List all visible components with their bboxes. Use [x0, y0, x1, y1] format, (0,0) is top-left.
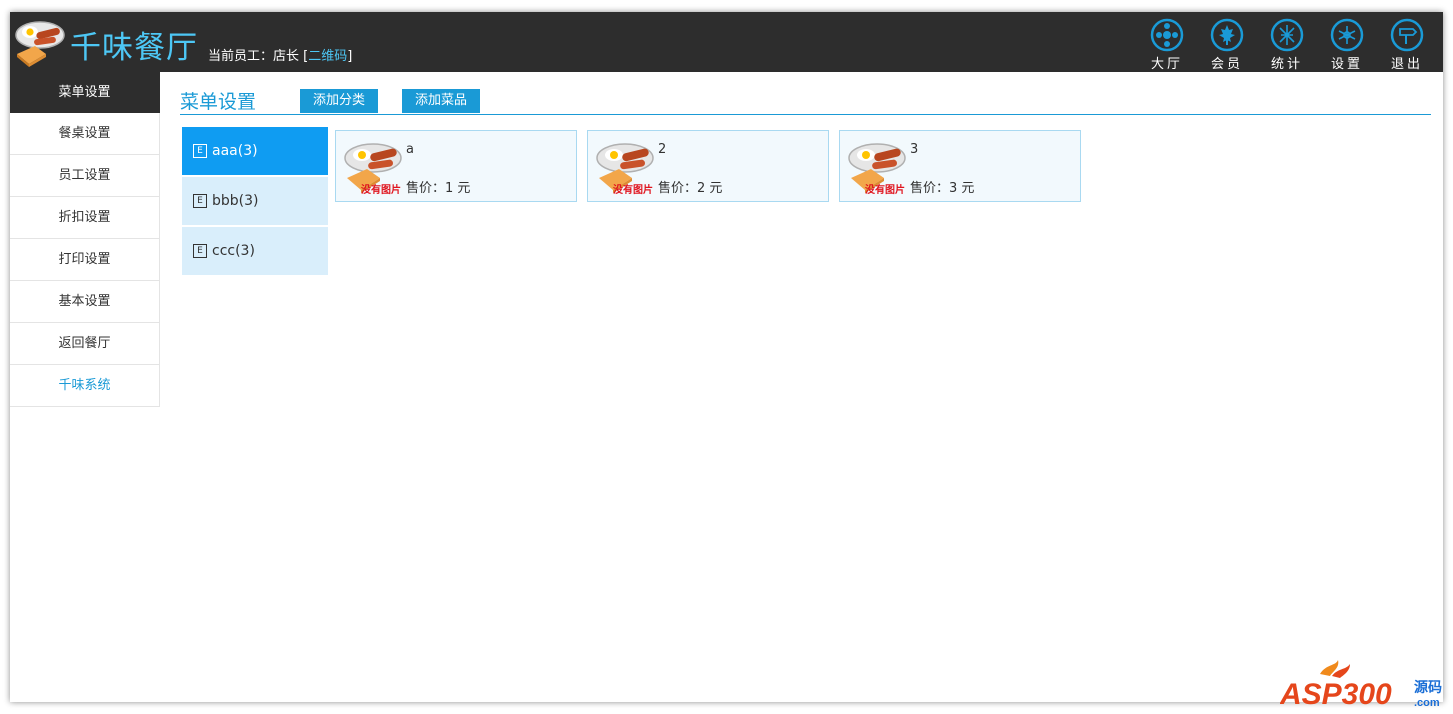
exit-icon: [1390, 18, 1424, 52]
add-dish-button[interactable]: 添加菜品: [402, 89, 481, 113]
qr-code-link[interactable]: 二维码: [308, 49, 347, 64]
qr-bracket-close: ]: [347, 49, 353, 64]
food-plate-logo-icon: [15, 21, 65, 67]
no-image-text: 没有图片: [613, 183, 653, 196]
sidebar: 菜单设置 餐桌设置 员工设置 折扣设置 打印设置 基本设置 返回餐厅 千味系统: [10, 72, 160, 407]
nav-settings-button[interactable]: 设置: [1317, 18, 1377, 72]
page-title: 菜单设置: [180, 91, 257, 113]
category-label: bbb(3): [212, 193, 259, 209]
dish-price: 售价：1 元: [406, 181, 471, 196]
nav-member-label: 会员: [1210, 57, 1243, 72]
app-window: 千味餐厅 当前员工：店长 [二维码] 大厅 会员 统计 设置 退出 菜单设置 餐…: [10, 12, 1443, 702]
top-nav: 大厅 会员 统计 设置 退出: [1137, 18, 1437, 72]
stats-icon: [1270, 18, 1304, 52]
add-category-button[interactable]: 添加分类: [300, 89, 379, 113]
page-header: 菜单设置 添加分类 添加菜品: [180, 87, 1431, 115]
category-edit-icon: E: [193, 194, 207, 208]
sidebar-item-basic-settings[interactable]: 基本设置: [10, 281, 160, 323]
sidebar-item-table-settings[interactable]: 餐桌设置: [10, 113, 160, 155]
nav-hall-label: 大厅: [1150, 57, 1183, 72]
sidebar-item-staff-settings[interactable]: 员工设置: [10, 155, 160, 197]
top-header: 千味餐厅 当前员工：店长 [二维码] 大厅 会员 统计 设置 退出: [10, 12, 1443, 72]
app-title: 千味餐厅: [70, 30, 198, 66]
sidebar-item-print-settings[interactable]: 打印设置: [10, 239, 160, 281]
dish-card[interactable]: 没有图片 3 售价：3 元: [839, 130, 1081, 202]
dish-card[interactable]: 没有图片 a 售价：1 元: [335, 130, 577, 202]
no-image-text: 没有图片: [865, 183, 905, 196]
member-icon: [1210, 18, 1244, 52]
dish-placeholder-image: 没有图片: [344, 143, 402, 196]
category-edit-icon: E: [193, 244, 207, 258]
nav-exit-label: 退出: [1390, 57, 1423, 72]
settings-icon: [1330, 18, 1364, 52]
category-label: ccc(3): [212, 243, 255, 259]
dish-price: 售价：2 元: [658, 181, 723, 196]
sidebar-item-discount-settings[interactable]: 折扣设置: [10, 197, 160, 239]
watermark-brand: ASP300: [1280, 678, 1392, 710]
category-list: E aaa(3) E bbb(3) E ccc(3): [182, 127, 328, 277]
current-staff: 当前员工：店长 [二维码]: [208, 45, 352, 64]
dish-price: 售价：3 元: [910, 181, 975, 196]
category-item[interactable]: E bbb(3): [182, 177, 328, 225]
dish-placeholder-image: 没有图片: [848, 143, 906, 196]
nav-exit-button[interactable]: 退出: [1377, 18, 1437, 72]
no-image-text: 没有图片: [361, 183, 401, 196]
dish-card[interactable]: 没有图片 2 售价：2 元: [587, 130, 829, 202]
category-item[interactable]: E aaa(3): [182, 127, 328, 175]
nav-hall-button[interactable]: 大厅: [1137, 18, 1197, 72]
dish-name: 2: [658, 142, 667, 157]
staff-label: 当前员工：店长: [208, 49, 300, 64]
sidebar-item-back-to-restaurant[interactable]: 返回餐厅: [10, 323, 160, 365]
nav-stats-label: 统计: [1270, 57, 1303, 72]
dish-name: a: [406, 142, 414, 157]
dish-grid: 没有图片 a 售价：1 元 没有图片 2 售价：2 元 没有图片 3 售价：3 …: [335, 130, 1091, 202]
category-label: aaa(3): [212, 143, 258, 159]
watermark-suffix: 源码: [1414, 679, 1442, 695]
nav-member-button[interactable]: 会员: [1197, 18, 1257, 72]
dish-name: 3: [910, 142, 919, 157]
category-item[interactable]: E ccc(3): [182, 227, 328, 275]
sidebar-brand-label: 千味系统: [10, 365, 160, 407]
watermark-domain: .com: [1414, 697, 1440, 709]
hall-icon: [1150, 18, 1184, 52]
asp300-watermark-logo: ASP300 源码 .com: [1280, 660, 1442, 710]
nav-stats-button[interactable]: 统计: [1257, 18, 1317, 72]
sidebar-item-menu-settings[interactable]: 菜单设置: [10, 72, 160, 113]
category-edit-icon: E: [193, 144, 207, 158]
nav-settings-label: 设置: [1330, 57, 1363, 72]
dish-placeholder-image: 没有图片: [596, 143, 654, 196]
